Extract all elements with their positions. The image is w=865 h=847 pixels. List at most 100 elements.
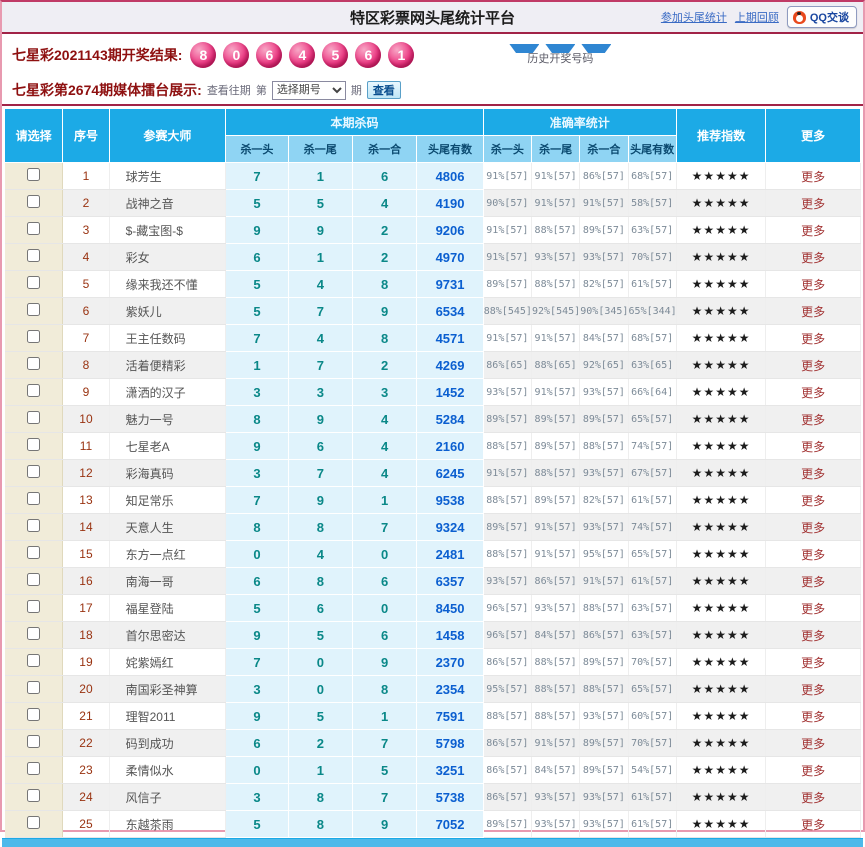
master-name[interactable]: 战神之音 (109, 190, 226, 217)
row-select-checkbox[interactable] (27, 384, 40, 397)
master-name[interactable]: 南国彩圣神算 (109, 676, 226, 703)
master-name[interactable]: 柔情似水 (109, 757, 226, 784)
master-name[interactable]: 彩女 (109, 244, 226, 271)
master-name[interactable]: 姹紫嫣红 (109, 649, 226, 676)
row-select-checkbox[interactable] (27, 600, 40, 613)
more-link[interactable]: 更多 (766, 514, 861, 541)
master-name[interactable]: 东越茶雨 (109, 811, 226, 838)
join-stats-link[interactable]: 参加头尾统计 (661, 9, 727, 25)
master-name[interactable]: 天意人生 (109, 514, 226, 541)
more-link[interactable]: 更多 (766, 622, 861, 649)
row-select-checkbox[interactable] (27, 276, 40, 289)
more-link[interactable]: 更多 (766, 703, 861, 730)
accuracy-value: 61%[57] (628, 568, 676, 595)
row-select-checkbox[interactable] (27, 627, 40, 640)
kill-number: 8 (352, 325, 416, 352)
row-select-checkbox[interactable] (27, 168, 40, 181)
row-number: 13 (63, 487, 109, 514)
view-button[interactable]: 查看 (367, 81, 401, 99)
row-select-checkbox[interactable] (27, 411, 40, 424)
more-link[interactable]: 更多 (766, 811, 861, 838)
master-name[interactable]: 理智2011 (109, 703, 226, 730)
master-name[interactable]: $-藏宝图-$ (109, 217, 226, 244)
master-name[interactable]: 紫妖儿 (109, 298, 226, 325)
more-link[interactable]: 更多 (766, 190, 861, 217)
row-select-checkbox[interactable] (27, 735, 40, 748)
more-link[interactable]: 更多 (766, 433, 861, 460)
master-name[interactable]: 七星老A (109, 433, 226, 460)
master-name[interactable]: 活着便精彩 (109, 352, 226, 379)
period-suffix: 期 (351, 82, 362, 98)
more-link[interactable]: 更多 (766, 406, 861, 433)
master-name[interactable]: 魅力一号 (109, 406, 226, 433)
more-link[interactable]: 更多 (766, 352, 861, 379)
row-select-checkbox[interactable] (27, 303, 40, 316)
more-link[interactable]: 更多 (766, 784, 861, 811)
master-name[interactable]: 首尔思密达 (109, 622, 226, 649)
row-select-checkbox[interactable] (27, 708, 40, 721)
more-link[interactable]: 更多 (766, 298, 861, 325)
accuracy-value: 93%[57] (532, 244, 580, 271)
more-link[interactable]: 更多 (766, 379, 861, 406)
table-bottom-strip (2, 838, 863, 847)
row-select-cell (5, 730, 63, 757)
row-select-checkbox[interactable] (27, 492, 40, 505)
row-number: 8 (63, 352, 109, 379)
more-link[interactable]: 更多 (766, 163, 861, 190)
master-name[interactable]: 王主任数码 (109, 325, 226, 352)
more-link[interactable]: 更多 (766, 217, 861, 244)
master-name[interactable]: 福星登陆 (109, 595, 226, 622)
master-name[interactable]: 码到成功 (109, 730, 226, 757)
more-link[interactable]: 更多 (766, 568, 861, 595)
master-name[interactable]: 彩海真码 (109, 460, 226, 487)
headtail-number: 4970 (417, 244, 483, 271)
qq-chat-button[interactable]: QQ交谈 (787, 6, 857, 28)
row-select-checkbox[interactable] (27, 789, 40, 802)
more-link[interactable]: 更多 (766, 595, 861, 622)
more-link[interactable]: 更多 (766, 271, 861, 298)
row-select-checkbox[interactable] (27, 330, 40, 343)
more-link[interactable]: 更多 (766, 757, 861, 784)
more-link[interactable]: 更多 (766, 244, 861, 271)
history-numbers-link[interactable]: 历史开奖号码 (509, 44, 611, 66)
row-select-checkbox[interactable] (27, 465, 40, 478)
more-link[interactable]: 更多 (766, 676, 861, 703)
last-period-link[interactable]: 上期回顾 (735, 9, 779, 25)
accuracy-value: 91%[57] (483, 244, 531, 271)
master-name[interactable]: 知足常乐 (109, 487, 226, 514)
more-link[interactable]: 更多 (766, 541, 861, 568)
more-link[interactable]: 更多 (766, 325, 861, 352)
row-select-checkbox[interactable] (27, 249, 40, 262)
star-rating: ★★★★★ (676, 352, 766, 379)
master-name[interactable]: 球芳生 (109, 163, 226, 190)
row-select-checkbox[interactable] (27, 573, 40, 586)
accuracy-value: 89%[57] (483, 811, 531, 838)
master-name[interactable]: 缘来我还不懂 (109, 271, 226, 298)
kill-number: 9 (226, 622, 288, 649)
headtail-number: 9538 (417, 487, 483, 514)
more-link[interactable]: 更多 (766, 649, 861, 676)
row-select-checkbox[interactable] (27, 519, 40, 532)
kill-number: 5 (226, 271, 288, 298)
row-select-checkbox[interactable] (27, 195, 40, 208)
master-name[interactable]: 东方一点红 (109, 541, 226, 568)
row-select-checkbox[interactable] (27, 546, 40, 559)
row-select-checkbox[interactable] (27, 438, 40, 451)
row-select-checkbox[interactable] (27, 762, 40, 775)
period-select[interactable]: 选择期号 (272, 81, 346, 100)
master-name[interactable]: 南海一哥 (109, 568, 226, 595)
row-select-checkbox[interactable] (27, 222, 40, 235)
master-name[interactable]: 风信子 (109, 784, 226, 811)
more-link[interactable]: 更多 (766, 487, 861, 514)
row-select-checkbox[interactable] (27, 357, 40, 370)
table-row: 4彩女612497091%[57]93%[57]93%[57]70%[57]★★… (5, 244, 861, 271)
row-select-checkbox[interactable] (27, 654, 40, 667)
more-link[interactable]: 更多 (766, 730, 861, 757)
table-row: 13知足常乐791953888%[57]89%[57]82%[57]61%[57… (5, 487, 861, 514)
master-name[interactable]: 潇洒的汉子 (109, 379, 226, 406)
row-select-checkbox[interactable] (27, 681, 40, 694)
row-select-checkbox[interactable] (27, 816, 40, 829)
accuracy-value: 93%[57] (483, 379, 531, 406)
star-rating: ★★★★★ (676, 487, 766, 514)
more-link[interactable]: 更多 (766, 460, 861, 487)
